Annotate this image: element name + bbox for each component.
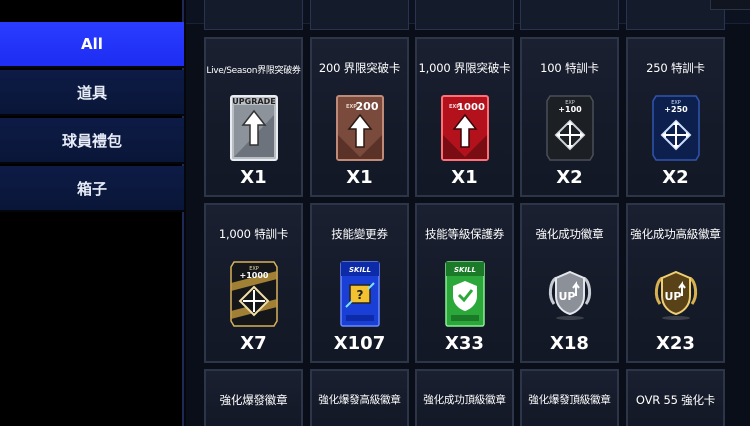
upgrade-success-advanced-badge-icon: UP — [644, 257, 708, 331]
item-card[interactable]: 強化爆發高級徽章 — [310, 369, 409, 426]
svg-text:+250: +250 — [664, 105, 688, 114]
upgrade-success-badge-icon: UP — [538, 257, 602, 331]
tab-items[interactable]: 道具 — [0, 70, 184, 116]
item-name: 強化成功高級徽章 — [630, 227, 721, 241]
item-card[interactable]: 強化爆發頂級徽章 — [520, 369, 619, 426]
item-quantity: X1 — [346, 167, 373, 188]
category-sidebar: All 道具 球員禮包 箱子 — [0, 0, 184, 426]
item-card[interactable]: 技能變更券 SKILL ? X107 — [310, 203, 409, 363]
item-name: 強化成功徽章 — [535, 227, 604, 241]
item-card[interactable]: 250 特訓卡 EXP +250 X2 — [626, 37, 725, 197]
corner-frame — [710, 0, 750, 10]
skill-change-ticket-icon: SKILL ? — [328, 257, 392, 331]
svg-text:SKILL: SKILL — [349, 266, 371, 274]
inventory-grid: Live/Season界限突破券 UPGRADE X1 200 界限突破卡 EX… — [186, 0, 750, 426]
item-card[interactable]: 強化成功頂級徽章 — [415, 369, 514, 426]
exp-1000-card-icon: EXP 1000 — [433, 91, 497, 165]
item-name: Live/Season界限突破券 — [206, 66, 301, 76]
item-quantity: X7 — [240, 333, 267, 354]
item-name: 強化成功頂級徽章 — [423, 394, 506, 406]
item-card[interactable]: 100 特訓卡 EXP +100 X2 — [520, 37, 619, 197]
card-stub — [310, 0, 409, 30]
item-quantity: X1 — [451, 167, 478, 188]
item-quantity: X2 — [662, 167, 689, 188]
item-name: 1,000 界限突破卡 — [418, 61, 511, 75]
svg-text:200: 200 — [355, 100, 378, 113]
item-card[interactable]: OVR 55 強化卡 — [626, 369, 725, 426]
tab-boxes[interactable]: 箱子 — [0, 166, 184, 212]
item-quantity: X33 — [445, 333, 484, 354]
item-card[interactable]: 1,000 界限突破卡 EXP 1000 X1 — [415, 37, 514, 197]
item-quantity: X23 — [656, 333, 695, 354]
card-stub — [520, 0, 619, 30]
tab-all[interactable]: All — [0, 22, 184, 68]
skill-protect-ticket-icon: SKILL — [433, 257, 497, 331]
svg-text:UP: UP — [664, 290, 681, 303]
item-name: 技能等級保護券 — [424, 227, 505, 241]
item-quantity: X18 — [550, 333, 589, 354]
item-quantity: X2 — [556, 167, 583, 188]
item-card[interactable]: 強化成功徽章 UP X18 — [520, 203, 619, 363]
svg-text:UP: UP — [558, 290, 575, 303]
item-card[interactable]: 技能等級保護券 SKILL X33 — [415, 203, 514, 363]
tab-player-packs[interactable]: 球員禮包 — [0, 118, 184, 164]
item-card[interactable]: Live/Season界限突破券 UPGRADE X1 — [204, 37, 303, 197]
svg-text:+100: +100 — [558, 105, 582, 114]
svg-text:?: ? — [356, 288, 363, 302]
item-name: 250 特訓卡 — [646, 61, 705, 75]
item-name: 200 界限突破卡 — [318, 61, 401, 75]
svg-text:1000: 1000 — [457, 102, 485, 113]
svg-text:+1000: +1000 — [239, 271, 268, 280]
item-name: OVR 55 強化卡 — [635, 393, 716, 407]
item-name: 技能變更券 — [331, 227, 388, 241]
card-stub — [204, 0, 303, 30]
item-card[interactable]: 1,000 特訓卡 EXP +1000 X7 — [204, 203, 303, 363]
item-name: 強化爆發徽章 — [219, 393, 288, 407]
item-quantity: X1 — [240, 167, 267, 188]
item-quantity: X107 — [333, 333, 386, 354]
item-name: 1,000 特訓卡 — [218, 227, 289, 241]
card-stub — [415, 0, 514, 30]
item-card[interactable]: 強化成功高級徽章 UP X23 — [626, 203, 725, 363]
item-name: 強化爆發高級徽章 — [318, 394, 401, 406]
upgrade-card-icon: UPGRADE — [222, 91, 286, 165]
item-name: 100 特訓卡 — [540, 61, 599, 75]
top-bar — [186, 0, 750, 30]
item-name: 強化爆發頂級徽章 — [528, 394, 611, 406]
svg-text:SKILL: SKILL — [454, 266, 476, 274]
item-card[interactable]: 200 界限突破卡 EXP 200 X1 — [310, 37, 409, 197]
svg-text:UPGRADE: UPGRADE — [232, 97, 275, 106]
training-100-card-icon: EXP +100 — [538, 91, 602, 165]
training-250-card-icon: EXP +250 — [644, 91, 708, 165]
item-card[interactable]: 強化爆發徽章 — [204, 369, 303, 426]
training-1000-card-icon: EXP +1000 — [222, 257, 286, 331]
exp-200-card-icon: EXP 200 — [328, 91, 392, 165]
